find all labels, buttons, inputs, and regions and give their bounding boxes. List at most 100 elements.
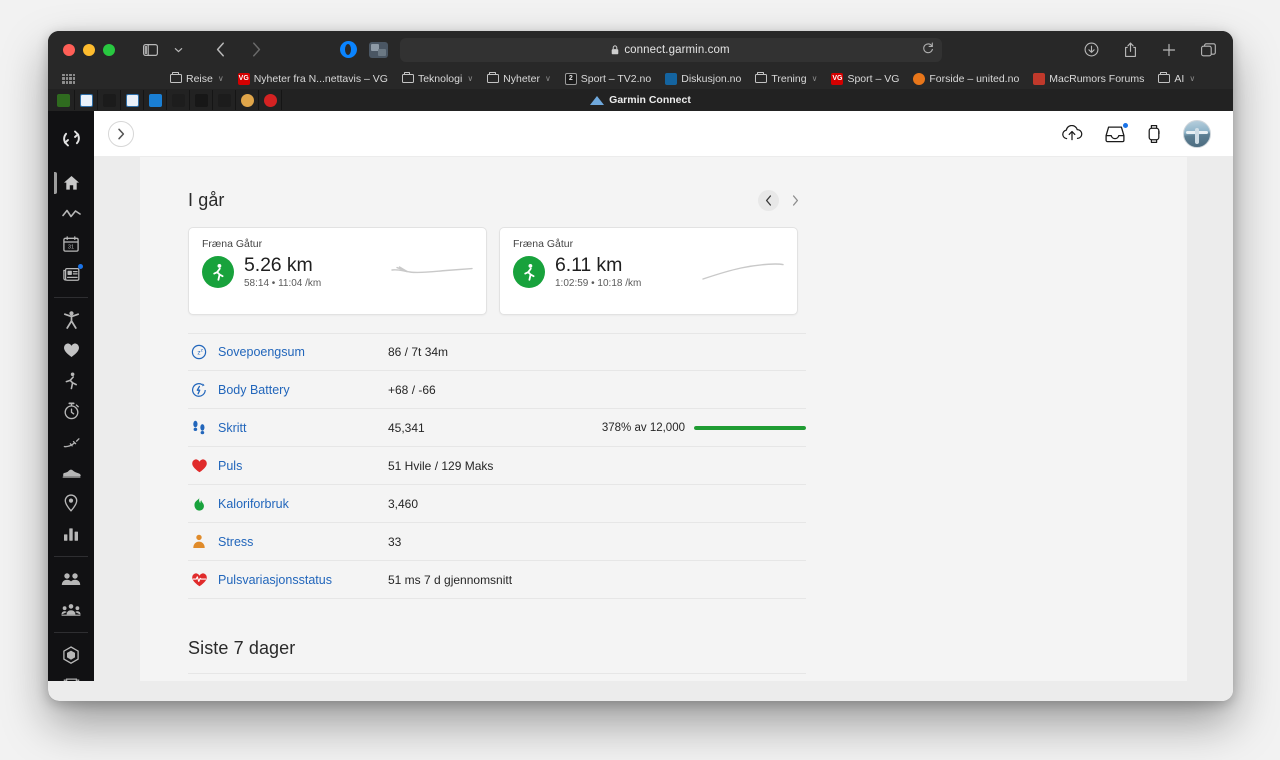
bookmarks-bar[interactable]: Reise ∨ VG Nyheter fra N...nettavis – VG…: [48, 68, 1233, 89]
maximize-window-button[interactable]: [103, 43, 115, 56]
pinned-tab[interactable]: [236, 90, 259, 110]
sidebar-sync[interactable]: [54, 123, 88, 154]
bookmark-diskusjon[interactable]: Diskusjon.no: [658, 72, 748, 86]
macrumors-favicon: [1033, 72, 1046, 85]
translate-icon[interactable]: [368, 41, 388, 58]
sidebar-reports[interactable]: [54, 518, 88, 549]
next-day-button[interactable]: [785, 189, 806, 211]
sidebar-courses[interactable]: [54, 488, 88, 519]
pinned-tab[interactable]: [144, 90, 167, 110]
activity-pager[interactable]: [758, 189, 806, 211]
avatar[interactable]: [1183, 119, 1211, 148]
united-favicon: [913, 72, 926, 85]
bookmark-trening[interactable]: Trening ∨: [748, 72, 824, 86]
stat-row-calories[interactable]: Kaloriforbruk 3,460: [188, 485, 806, 523]
prev-day-button[interactable]: [758, 189, 779, 211]
pinned-tab[interactable]: [75, 90, 98, 110]
bookmark-label: Sport – VG: [847, 72, 900, 85]
stat-label[interactable]: Body Battery: [218, 383, 388, 397]
sidebar-groups[interactable]: [54, 594, 88, 625]
reload-icon[interactable]: [922, 41, 934, 59]
walking-person-icon: [513, 256, 545, 289]
stat-label[interactable]: Pulsvariasjonsstatus: [218, 573, 388, 587]
stat-value: 51 Hvile / 129 Maks: [388, 458, 494, 473]
bookmark-label: Teknologi: [417, 72, 463, 85]
stat-label[interactable]: Sovepoengsum: [218, 345, 388, 359]
pinned-tab[interactable]: [98, 90, 121, 110]
stat-row-stress[interactable]: Stress 33: [188, 523, 806, 561]
sidebar-toggle-icon[interactable]: [137, 39, 163, 61]
apps-grid-icon[interactable]: [62, 73, 75, 84]
yesterday-section-header: I går: [188, 183, 806, 217]
pinned-tab[interactable]: [259, 90, 282, 110]
bookmark-teknologi[interactable]: Teknologi ∨: [395, 72, 480, 86]
stat-label[interactable]: Kaloriforbruk: [218, 497, 388, 511]
pinned-tab[interactable]: [167, 90, 190, 110]
address-bar[interactable]: connect.garmin.com: [399, 37, 942, 62]
sidebar-gear[interactable]: [54, 457, 88, 488]
page-column: I går Fræna Gåtur 5.26 km 58:14 • 11:04 …: [140, 157, 1187, 701]
sidebar-training[interactable]: [54, 396, 88, 427]
close-window-button[interactable]: [63, 43, 75, 56]
cloud-upload-icon[interactable]: [1061, 125, 1083, 142]
activity-card[interactable]: Fræna Gåtur: [499, 227, 798, 315]
bookmark-reise[interactable]: Reise ∨: [163, 72, 231, 86]
svg-text:z: z: [201, 347, 204, 352]
expand-sidebar-button[interactable]: [108, 120, 134, 147]
back-chevron-icon[interactable]: [207, 39, 233, 61]
bookmark-sport-vg[interactable]: VG Sport – VG: [824, 72, 906, 86]
sidebar-challenges[interactable]: [54, 640, 88, 671]
window-controls[interactable]: [63, 43, 115, 56]
sidebar-news[interactable]: [54, 259, 88, 290]
header-tools[interactable]: [1061, 119, 1211, 148]
inbox-icon[interactable]: [1105, 121, 1129, 143]
activity-route-map: [391, 266, 473, 274]
folder-icon: [170, 72, 182, 83]
chevron-down-icon[interactable]: [165, 39, 191, 61]
activity-card[interactable]: Fræna Gåtur: [188, 227, 487, 315]
stat-label[interactable]: Stress: [218, 535, 388, 549]
sidebar-performance[interactable]: [54, 366, 88, 397]
stat-row-heart-rate[interactable]: Puls 51 Hvile / 129 Maks: [188, 447, 806, 485]
sidebar-home[interactable]: [54, 168, 88, 199]
bookmark-ai[interactable]: AI ∨: [1151, 72, 1202, 86]
plus-icon[interactable]: [1156, 39, 1182, 61]
bookmark-macrumors[interactable]: MacRumors Forums: [1026, 72, 1151, 86]
share-icon[interactable]: [1117, 39, 1143, 61]
bookmark-label: Forside – united.no: [929, 72, 1020, 85]
sidebar-activity[interactable]: [54, 305, 88, 336]
sidebar-trends[interactable]: [54, 198, 88, 229]
rail-divider: [54, 555, 88, 557]
opera-vpn-icon[interactable]: [339, 41, 357, 58]
pinned-tab[interactable]: [213, 90, 236, 110]
bookmark-vg-nyheter[interactable]: VG Nyheter fra N...nettavis – VG: [231, 72, 395, 86]
bookmark-label: Trening: [771, 72, 807, 85]
stat-label[interactable]: Skritt: [218, 421, 388, 435]
vg-favicon: VG: [831, 72, 844, 85]
lock-icon: [611, 44, 619, 55]
stat-row-hrv[interactable]: Pulsvariasjonsstatus 51 ms 7 d gjennomsn…: [188, 561, 806, 599]
bookmark-label: Nyheter fra N...nettavis – VG: [253, 72, 388, 85]
sidebar-gear-shoe[interactable]: [54, 427, 88, 458]
bookmark-united[interactable]: Forside – united.no: [906, 72, 1026, 86]
tab-overview-icon[interactable]: [1195, 39, 1221, 61]
minimize-window-button[interactable]: [83, 43, 95, 56]
stat-row-body-battery[interactable]: Body Battery +68 / -66: [188, 371, 806, 409]
stat-label[interactable]: Puls: [218, 459, 388, 473]
pinned-tab[interactable]: [190, 90, 213, 110]
sidebar-calendar[interactable]: 31: [54, 229, 88, 260]
tab-strip[interactable]: Garmin Connect: [48, 89, 1233, 111]
sidebar-health[interactable]: [54, 335, 88, 366]
stat-value: 33: [388, 534, 402, 549]
pinned-tab[interactable]: [121, 90, 144, 110]
bookmark-nyheter[interactable]: Nyheter ∨: [480, 72, 558, 86]
stat-row-steps[interactable]: Skritt 45,341 378% av 12,000: [188, 409, 806, 447]
page-scroll-region[interactable]: I går Fræna Gåtur 5.26 km 58:14 • 11:04 …: [94, 157, 1233, 701]
garmin-left-rail[interactable]: 31: [48, 111, 94, 701]
download-icon[interactable]: [1078, 39, 1104, 61]
pinned-tab[interactable]: [52, 90, 75, 110]
watch-icon[interactable]: [1147, 124, 1161, 144]
stat-row-sleep[interactable]: z z Sovepoengsum 86 / 7t 34m: [188, 333, 806, 371]
bookmark-sport-tv2[interactable]: 2 Sport – TV2.no: [558, 72, 658, 86]
sidebar-connections[interactable]: [54, 564, 88, 595]
